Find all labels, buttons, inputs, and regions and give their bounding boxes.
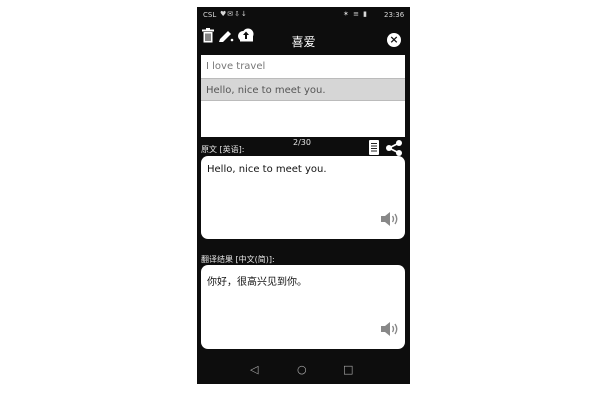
navigation-bar: ◁ ○ □ [197, 357, 410, 384]
speaker-icon[interactable] [380, 321, 400, 341]
close-icon[interactable]: × [387, 33, 401, 47]
phone-screen: CSL ♥✉⇩↓ ✶ ≡ ▮ 23:36 喜爱 × I love travel … [197, 7, 410, 384]
toolbar: 喜爱 × [197, 24, 410, 52]
system-icons: ✶ ≡ ▮ [343, 10, 369, 18]
translation-text: 你好，很高兴见到你。 [207, 277, 307, 288]
page-counter: 2/30 [293, 138, 311, 147]
source-text: Hello, nice to meet you. [207, 164, 327, 175]
list-item-text: I love travel [206, 61, 266, 72]
carrier-label: CSL [203, 11, 217, 19]
source-text-card[interactable]: Hello, nice to meet you. [201, 156, 405, 239]
clock: 23:36 [384, 11, 405, 19]
speaker-icon[interactable] [380, 211, 400, 231]
status-bar: CSL ♥✉⇩↓ ✶ ≡ ▮ 23:36 [197, 7, 410, 24]
page-title: 喜爱 [291, 35, 316, 49]
home-icon[interactable]: ○ [297, 363, 307, 376]
source-language-label: 原文 [英语]: [201, 145, 245, 154]
back-icon[interactable]: ◁ [250, 363, 258, 376]
translation-language-label: 翻译结果 [中文(简)]: [201, 255, 275, 264]
translation-text-card[interactable]: 你好，很高兴见到你。 [201, 265, 405, 349]
list-item-text: Hello, nice to meet you. [206, 85, 326, 96]
history-list: I love travel Hello, nice to meet you. [201, 55, 405, 137]
notification-icons: ♥✉⇩↓ [220, 10, 248, 18]
recents-icon[interactable]: □ [343, 363, 353, 376]
list-item-selected[interactable]: Hello, nice to meet you. [201, 78, 405, 101]
clipboard-icon[interactable] [369, 140, 379, 155]
list-item[interactable]: I love travel [201, 55, 405, 78]
